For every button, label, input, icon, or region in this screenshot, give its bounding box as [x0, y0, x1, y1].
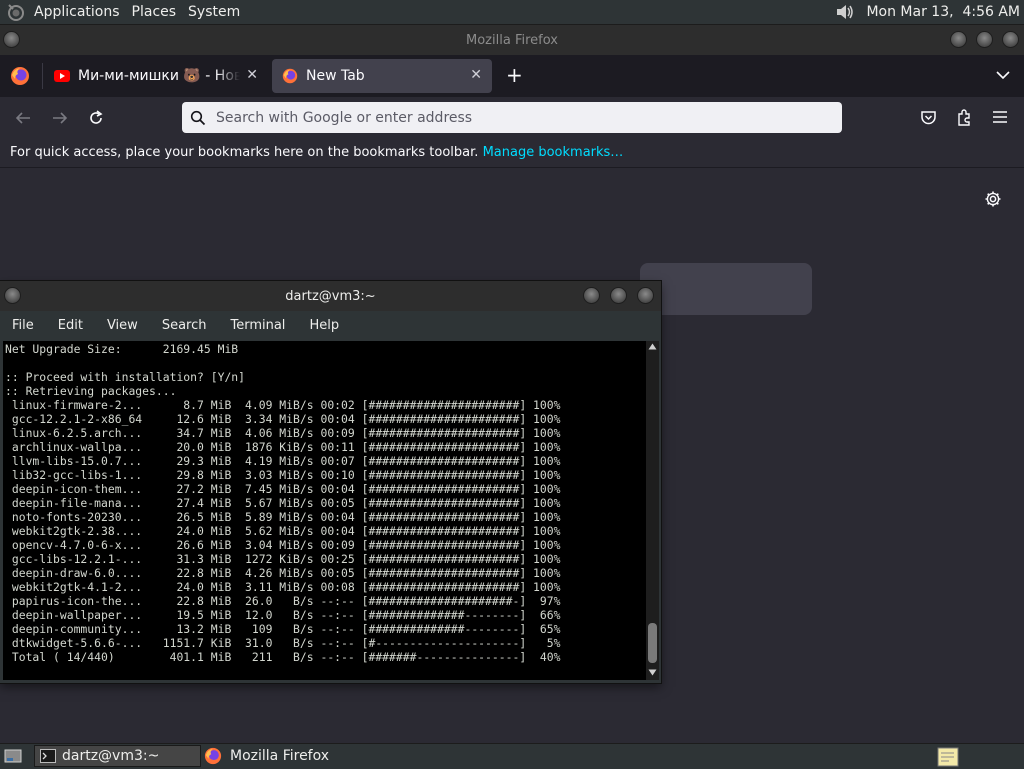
terminal-window-menu-button[interactable]: [4, 287, 21, 304]
terminal-minimize-button[interactable]: [583, 287, 600, 304]
new-tab-search-box[interactable]: [640, 263, 812, 315]
gear-icon[interactable]: [984, 190, 1002, 208]
menu-search[interactable]: Search: [150, 318, 219, 333]
taskbar-firefox[interactable]: Mozilla Firefox: [204, 745, 384, 767]
hamburger-menu-icon[interactable]: [992, 110, 1008, 124]
address-bar[interactable]: [182, 102, 842, 133]
terminal-close-button[interactable]: [637, 287, 654, 304]
menu-terminal[interactable]: Terminal: [218, 318, 297, 333]
taskbar-label: dartz@vm3:~: [62, 748, 160, 764]
close-tab-icon[interactable]: ✕: [246, 67, 258, 83]
extensions-puzzle-icon[interactable]: [956, 108, 973, 126]
close-tab-icon[interactable]: ✕: [470, 67, 482, 83]
tab-label: New Tab: [306, 68, 365, 84]
terminal-window: dartz@vm3:~ File Edit View Search Termin…: [0, 281, 661, 683]
terminal-title: dartz@vm3:~: [285, 288, 376, 304]
terminal-screen[interactable]: Net Upgrade Size: 2169.45 MiB :: Proceed…: [3, 341, 646, 680]
tab-new-tab[interactable]: New Tab ✕: [272, 59, 492, 93]
reload-icon[interactable]: [87, 109, 105, 127]
volume-icon[interactable]: [834, 2, 856, 22]
youtube-icon: [54, 70, 70, 82]
terminal-icon: [40, 749, 56, 763]
menu-edit[interactable]: Edit: [46, 318, 95, 333]
back-arrow-icon[interactable]: [14, 109, 32, 127]
tab-separator: [42, 63, 43, 89]
search-icon: [190, 110, 206, 125]
maximize-button[interactable]: [976, 31, 993, 48]
firefox-view-icon[interactable]: [10, 66, 30, 86]
terminal-scrollbar[interactable]: [646, 341, 659, 680]
address-input[interactable]: [214, 108, 818, 127]
minimize-button[interactable]: [950, 31, 967, 48]
new-tab-plus-icon[interactable]: +: [506, 63, 523, 87]
menu-view[interactable]: View: [95, 318, 150, 333]
list-all-tabs-chevron-icon[interactable]: [996, 70, 1010, 80]
top-panel-tray: Mon Mar 13, 4:56 AM: [834, 0, 1020, 24]
terminal-menubar: File Edit View Search Terminal Help: [0, 311, 661, 340]
show-desktop-icon[interactable]: [4, 748, 22, 764]
top-panel: Applications Places System Mon Mar 13, 4…: [0, 0, 1024, 25]
tab-bar: Ми-ми-мишки 🐻 - Новые серии ✕ New Tab ✕ …: [0, 55, 1024, 97]
gnome-foot-icon[interactable]: [6, 2, 26, 22]
tab-youtube[interactable]: Ми-ми-мишки 🐻 - Новые серии ✕: [44, 59, 268, 93]
menu-file[interactable]: File: [0, 318, 46, 333]
terminal-titlebar[interactable]: dartz@vm3:~: [0, 281, 661, 311]
firefox-icon: [204, 747, 222, 765]
terminal-scroll-thumb[interactable]: [648, 623, 657, 663]
scroll-down-arrow-icon[interactable]: [648, 669, 657, 676]
bookmarks-hint-text: For quick access, place your bookmarks h…: [10, 145, 479, 160]
system-menu[interactable]: System: [182, 0, 246, 24]
bookmarks-toolbar: For quick access, place your bookmarks h…: [0, 139, 1024, 168]
scroll-up-arrow-icon[interactable]: [648, 343, 657, 350]
terminal-output: Net Upgrade Size: 2169.45 MiB :: Proceed…: [5, 342, 561, 664]
taskbar-label: Mozilla Firefox: [230, 748, 330, 764]
applications-menu[interactable]: Applications: [28, 0, 126, 24]
places-menu[interactable]: Places: [126, 0, 183, 24]
taskbar-terminal[interactable]: dartz@vm3:~: [34, 745, 201, 767]
notes-applet-icon[interactable]: [937, 746, 959, 767]
firefox-titlebar[interactable]: Mozilla Firefox: [0, 25, 1024, 55]
bottom-panel: dartz@vm3:~ Mozilla Firefox: [0, 743, 1024, 769]
window-menu-button[interactable]: [3, 31, 20, 48]
firefox-icon: [282, 68, 298, 84]
terminal-maximize-button[interactable]: [610, 287, 627, 304]
navigation-toolbar: [0, 97, 1024, 139]
pocket-icon[interactable]: [920, 109, 937, 126]
close-window-button[interactable]: [1002, 31, 1019, 48]
menu-help[interactable]: Help: [297, 318, 351, 333]
tab-label: Ми-ми-мишки 🐻 - Новые серии: [78, 68, 240, 84]
clock[interactable]: Mon Mar 13, 4:56 AM: [866, 4, 1020, 20]
manage-bookmarks-link[interactable]: Manage bookmarks…: [483, 145, 624, 160]
firefox-window-title: Mozilla Firefox: [466, 32, 558, 48]
forward-arrow-icon[interactable]: [51, 109, 69, 127]
